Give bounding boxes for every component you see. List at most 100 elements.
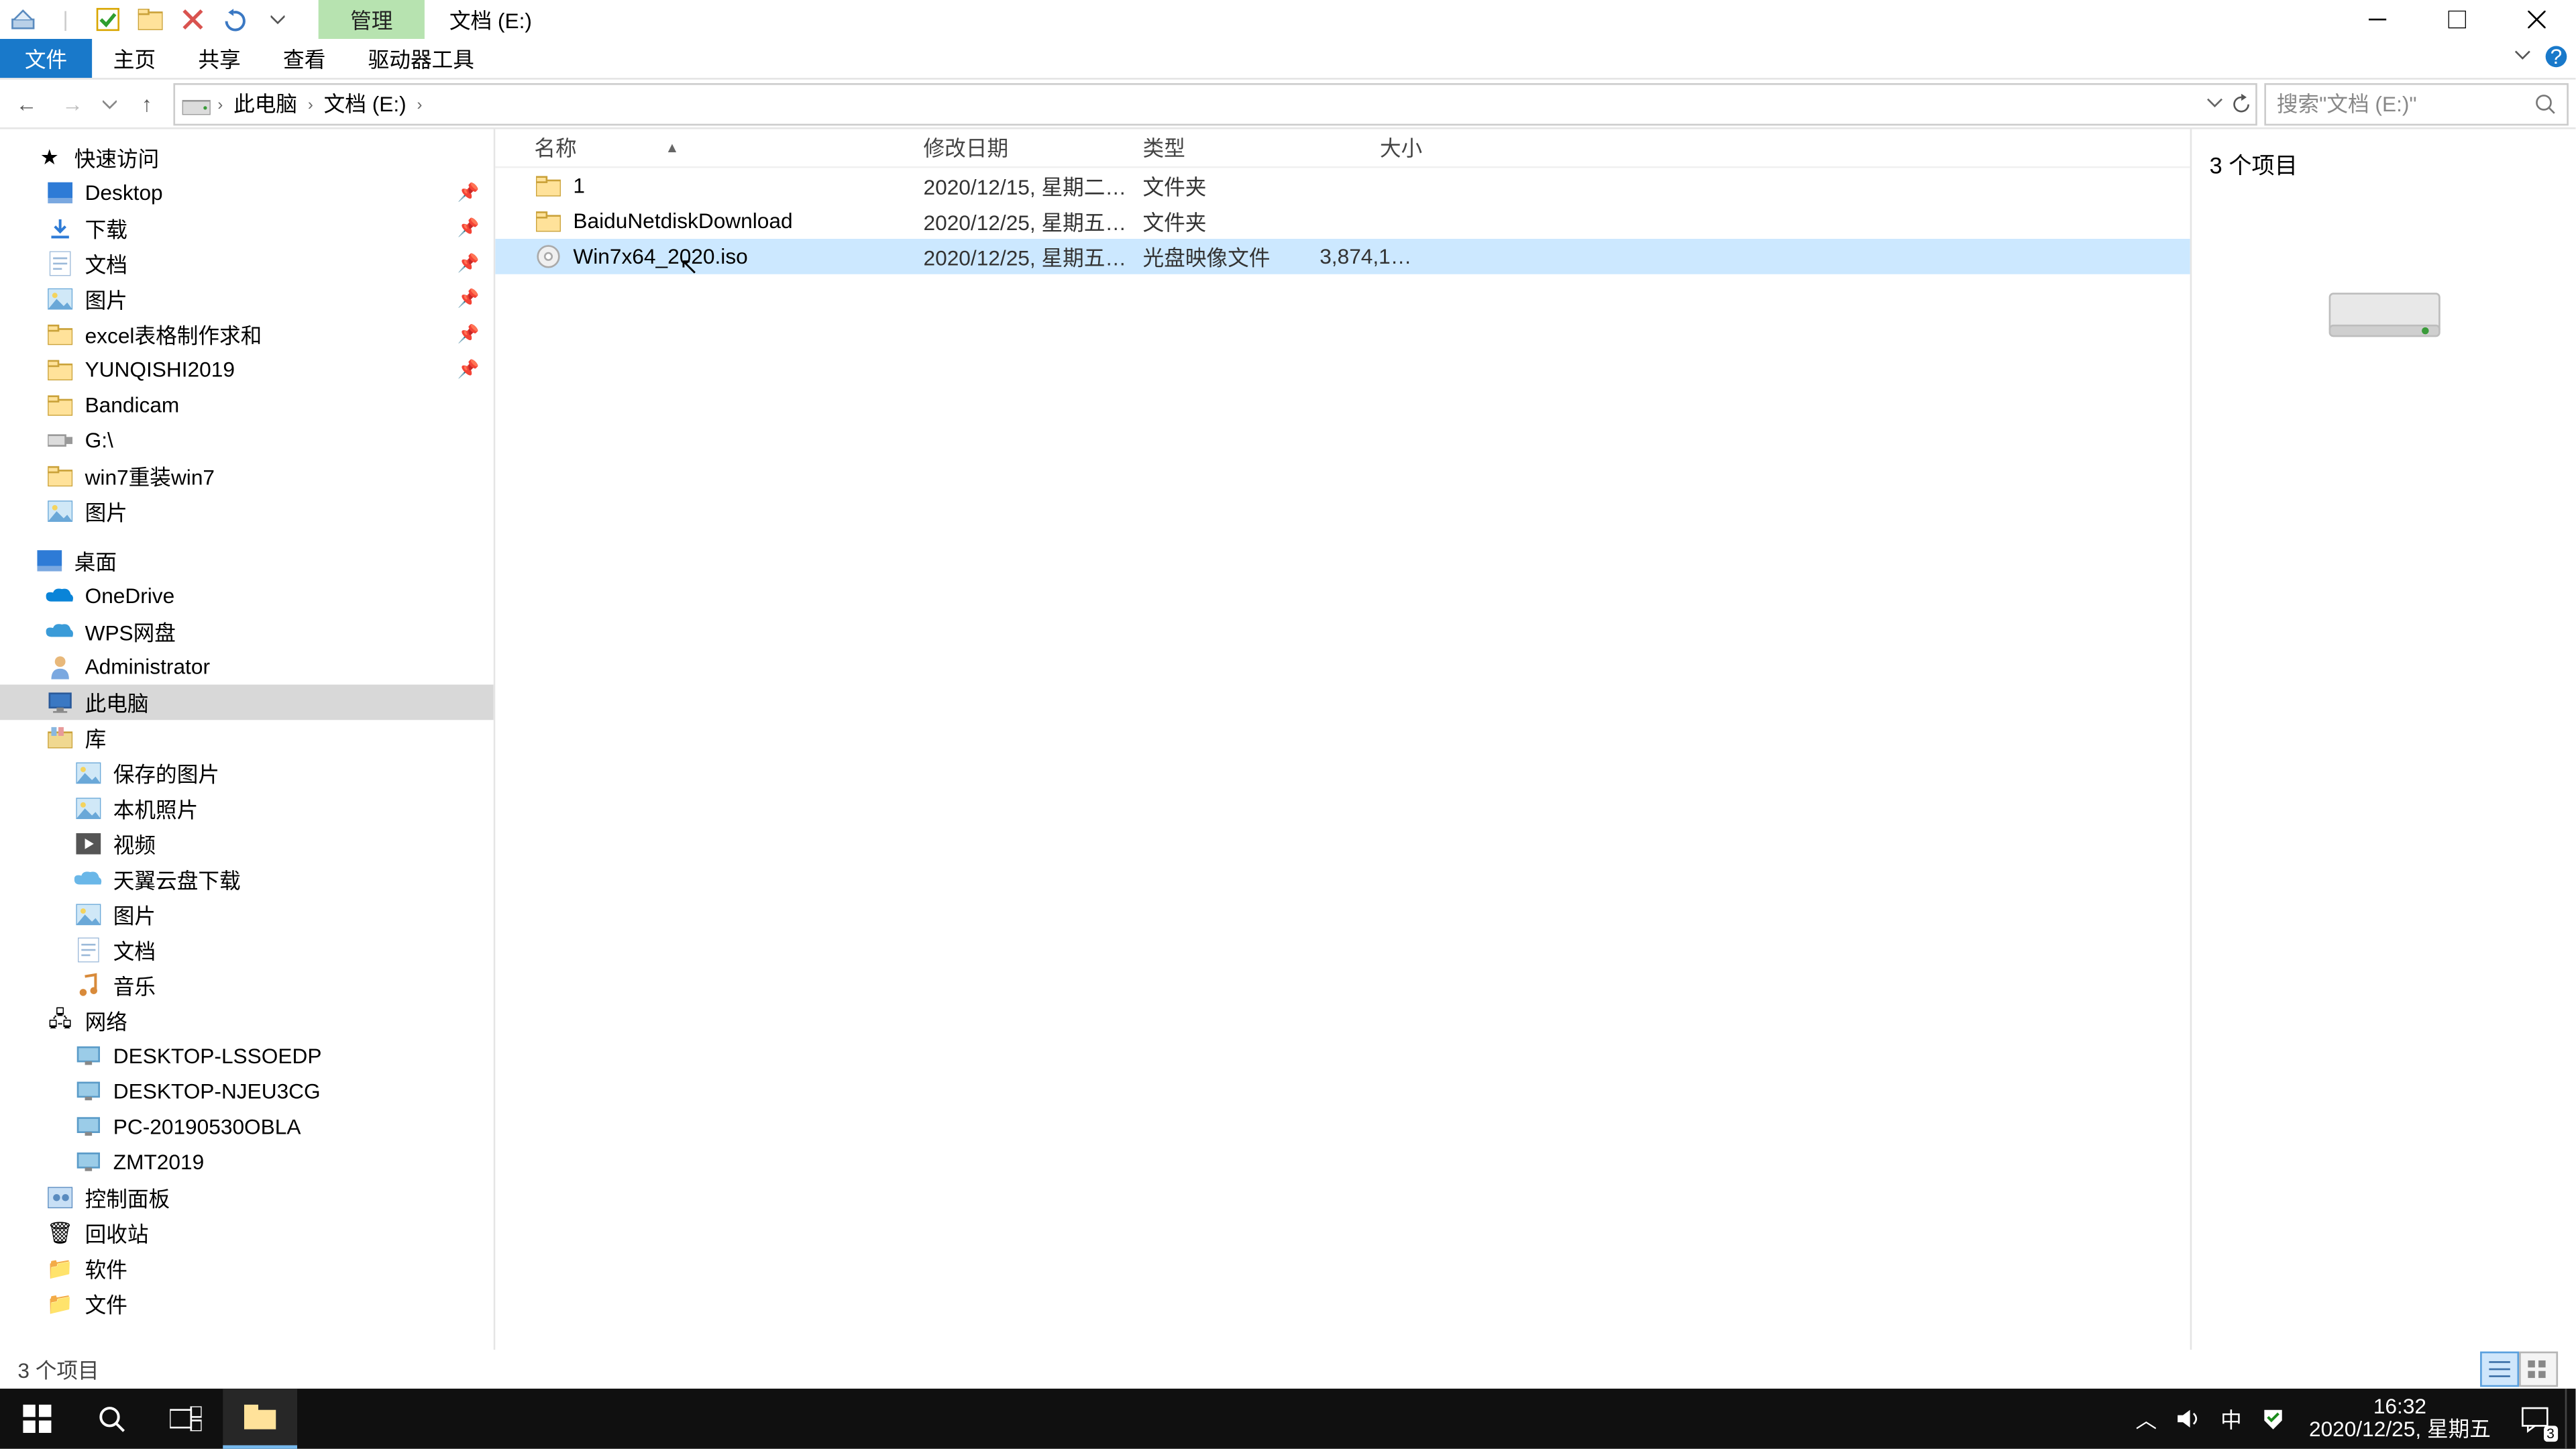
tree-item[interactable]: G:\ bbox=[0, 423, 494, 458]
tree-item[interactable]: Desktop📌 bbox=[0, 175, 494, 211]
qat-app-icon[interactable] bbox=[3, 0, 42, 39]
qat-properties-icon[interactable] bbox=[89, 0, 127, 39]
minimize-button[interactable] bbox=[2337, 0, 2416, 39]
search-icon[interactable] bbox=[2535, 93, 2557, 114]
tree-control-panel[interactable]: 控制面板 bbox=[0, 1180, 494, 1216]
label: DESKTOP-LSSOEDP bbox=[113, 1044, 322, 1069]
nav-up-button[interactable]: ↑ bbox=[127, 83, 166, 125]
tree-item[interactable]: 文档 bbox=[0, 932, 494, 968]
tree-item[interactable]: 图片 bbox=[0, 897, 494, 932]
table-row[interactable]: 1 2020/12/15, 星期二 1... 文件夹 bbox=[495, 168, 2190, 204]
tree-item[interactable]: Administrator bbox=[0, 649, 494, 685]
file-list[interactable]: 名称▲ 修改日期 类型 大小 1 2020/12/15, 星期二 1... 文件… bbox=[495, 129, 2190, 1350]
tree-item[interactable]: 下载📌 bbox=[0, 211, 494, 246]
taskbar-clock[interactable]: 16:32 2020/12/25, 星期五 bbox=[2295, 1395, 2505, 1442]
tree-item[interactable]: Bandicam bbox=[0, 388, 494, 423]
explorer-task-button[interactable] bbox=[223, 1389, 297, 1449]
help-icon[interactable]: ? bbox=[2544, 44, 2569, 69]
col-size[interactable]: 大小 bbox=[1309, 133, 1433, 163]
nav-back-button[interactable]: ← bbox=[7, 83, 46, 125]
tree-item[interactable]: OneDrive bbox=[0, 578, 494, 614]
folder-icon bbox=[46, 356, 74, 384]
show-desktop-button[interactable] bbox=[2565, 1389, 2576, 1449]
tree-item[interactable]: 本机照片 bbox=[0, 791, 494, 826]
cpl-icon bbox=[46, 1183, 74, 1212]
chevron-right-icon[interactable]: › bbox=[308, 95, 313, 112]
col-type[interactable]: 类型 bbox=[1132, 133, 1309, 163]
breadcrumb-drive[interactable]: 文档 (E:) bbox=[320, 89, 410, 119]
tree-software[interactable]: 📁软件 bbox=[0, 1250, 494, 1286]
tree-item[interactable]: 视频 bbox=[0, 826, 494, 861]
tree-recycle[interactable]: 🗑回收站 bbox=[0, 1216, 494, 1251]
search-button[interactable] bbox=[74, 1389, 149, 1449]
qat-delete-icon[interactable] bbox=[173, 0, 212, 39]
tray-overflow-icon[interactable]: ︿ bbox=[2125, 1389, 2167, 1449]
search-input[interactable]: 搜索"文档 (E:)" bbox=[2264, 83, 2569, 125]
qat-undo-icon[interactable] bbox=[216, 0, 255, 39]
chevron-right-icon[interactable]: › bbox=[217, 95, 223, 112]
tree-item[interactable]: YUNQISHI2019📌 bbox=[0, 352, 494, 388]
qat-newfolder-icon[interactable] bbox=[131, 0, 170, 39]
chevron-right-icon[interactable]: › bbox=[417, 95, 423, 112]
tree-network[interactable]: 🖧网络 bbox=[0, 1003, 494, 1038]
tree-item[interactable]: 保存的图片 bbox=[0, 755, 494, 791]
maximize-button[interactable] bbox=[2416, 0, 2496, 39]
tree-quick-access[interactable]: ★快速访问 bbox=[0, 140, 494, 175]
tree-files[interactable]: 📁文件 bbox=[0, 1286, 494, 1322]
tree-item[interactable]: 图片 bbox=[0, 494, 494, 529]
nav-forward-button[interactable]: → bbox=[53, 83, 92, 125]
tree-item[interactable]: 图片📌 bbox=[0, 281, 494, 317]
file-name: BaiduNetdiskDownload bbox=[573, 209, 792, 233]
ribbon-tab-share[interactable]: 共享 bbox=[177, 39, 262, 78]
label: 音乐 bbox=[113, 970, 156, 1000]
table-row[interactable]: Win7x64_2020.iso 2020/12/25, 星期五 1... 光盘… bbox=[495, 239, 2190, 274]
svg-text:?: ? bbox=[2551, 44, 2563, 68]
download-icon bbox=[46, 214, 74, 242]
col-date[interactable]: 修改日期 bbox=[913, 133, 1132, 163]
ime-indicator[interactable]: 中 bbox=[2210, 1389, 2252, 1449]
tree-item[interactable]: 音乐 bbox=[0, 967, 494, 1003]
tree-desktop[interactable]: 桌面 bbox=[0, 543, 494, 579]
col-name[interactable]: 名称▲ bbox=[524, 133, 913, 163]
file-type: 文件夹 bbox=[1132, 170, 1309, 201]
close-button[interactable] bbox=[2496, 0, 2576, 39]
column-headers[interactable]: 名称▲ 修改日期 类型 大小 bbox=[495, 129, 2190, 168]
ribbon-tab-home[interactable]: 主页 bbox=[92, 39, 177, 78]
tree-item[interactable]: WPS网盘 bbox=[0, 614, 494, 649]
netpc-icon bbox=[74, 1113, 103, 1141]
tree-item[interactable]: 天翼云盘下载 bbox=[0, 861, 494, 897]
qat-dropdown-icon[interactable] bbox=[258, 0, 297, 39]
tree-item[interactable]: win7重装win7 bbox=[0, 458, 494, 494]
ribbon-tab-view[interactable]: 查看 bbox=[262, 39, 347, 78]
nav-recent-dropdown[interactable] bbox=[99, 83, 121, 125]
table-row[interactable]: BaiduNetdiskDownload 2020/12/25, 星期五 1..… bbox=[495, 203, 2190, 239]
taskbar[interactable]: ︿ 中 16:32 2020/12/25, 星期五 3 bbox=[0, 1389, 2575, 1449]
view-details-button[interactable] bbox=[2480, 1352, 2519, 1387]
ribbon-expand-icon[interactable] bbox=[2512, 44, 2534, 69]
tree-item[interactable]: 此电脑 bbox=[0, 685, 494, 720]
tree-item[interactable]: DESKTOP-LSSOEDP bbox=[0, 1038, 494, 1074]
address-bar[interactable]: › 此电脑 › 文档 (E:) › bbox=[173, 83, 2257, 125]
ribbon-tab-drivetools[interactable]: 驱动器工具 bbox=[347, 39, 496, 78]
tree-item[interactable]: DESKTOP-NJEU3CG bbox=[0, 1074, 494, 1110]
refresh-icon[interactable] bbox=[2231, 93, 2252, 114]
start-button[interactable] bbox=[0, 1389, 74, 1449]
label: 文件 bbox=[85, 1289, 127, 1319]
volume-icon[interactable] bbox=[2167, 1389, 2210, 1449]
ribbon-tab-file[interactable]: 文件 bbox=[0, 39, 92, 78]
taskview-button[interactable] bbox=[149, 1389, 223, 1449]
tree-item[interactable]: 文档📌 bbox=[0, 246, 494, 282]
tree-item[interactable]: PC-20190530OBLA bbox=[0, 1109, 494, 1144]
folder-icon bbox=[46, 391, 74, 419]
address-dropdown-icon[interactable] bbox=[2206, 93, 2223, 114]
video-icon bbox=[74, 830, 103, 858]
nav-tree[interactable]: ★快速访问 Desktop📌下载📌文档📌图片📌excel表格制作求和📌YUNQI… bbox=[0, 129, 495, 1350]
breadcrumb-root[interactable]: 此电脑 bbox=[230, 89, 301, 119]
tree-item[interactable]: excel表格制作求和📌 bbox=[0, 317, 494, 352]
folder-icon bbox=[46, 320, 74, 348]
view-icons-button[interactable] bbox=[2519, 1352, 2558, 1387]
tree-item[interactable]: 库 bbox=[0, 720, 494, 755]
tree-item[interactable]: ZMT2019 bbox=[0, 1144, 494, 1180]
security-icon[interactable] bbox=[2253, 1389, 2295, 1449]
action-center-button[interactable]: 3 bbox=[2505, 1389, 2565, 1449]
